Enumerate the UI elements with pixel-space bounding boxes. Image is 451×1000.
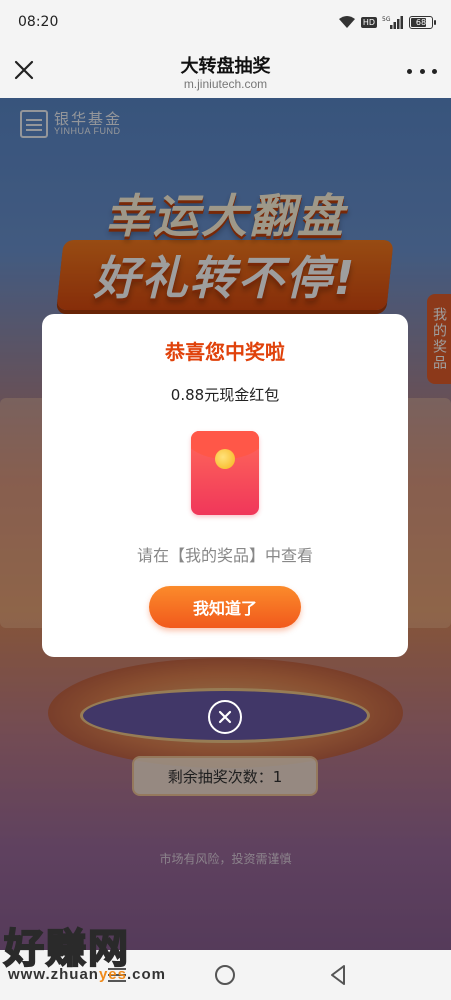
status-icons: HD 5G 68 <box>338 15 436 29</box>
page-url: m.jiniutech.com <box>183 77 268 91</box>
home-icon[interactable] <box>215 965 235 985</box>
red-envelope-icon <box>191 431 259 515</box>
prize-modal: 恭喜您中奖啦 0.88元现金红包 请在【我的奖品】中查看 我知道了 <box>42 314 408 657</box>
battery-icon: 68 <box>409 15 436 29</box>
battery-level: 68 <box>415 17 427 27</box>
more-icon[interactable] <box>407 62 437 80</box>
back-icon[interactable] <box>328 964 348 986</box>
prize-name: 0.88元现金红包 <box>170 386 280 404</box>
signal-icon: 5G <box>382 15 404 29</box>
wifi-icon <box>338 15 356 29</box>
modal-hint: 请在【我的奖品】中查看 <box>136 546 313 565</box>
network-type: 5G <box>382 16 391 23</box>
close-circle-icon[interactable] <box>208 700 242 734</box>
modal-title: 恭喜您中奖啦 <box>165 340 285 364</box>
web-content: 银华基金 YINHUA FUND 幸运大翻盘 好礼转不停! 我的奖品 剩余抽奖次… <box>0 98 451 950</box>
page-title: 大转盘抽奖 <box>180 56 271 77</box>
watermark: 好赚网 www.zhuanyes.com <box>3 916 194 986</box>
status-time: 08:20 <box>18 14 59 30</box>
status-bar: 08:20 HD 5G 68 <box>0 0 451 44</box>
watermark-url: www.zhuanyes.com <box>8 966 166 983</box>
ok-button[interactable]: 我知道了 <box>149 586 301 628</box>
title-bar: 大转盘抽奖 m.jiniutech.com <box>0 44 451 98</box>
hd-badge: HD <box>360 16 377 28</box>
